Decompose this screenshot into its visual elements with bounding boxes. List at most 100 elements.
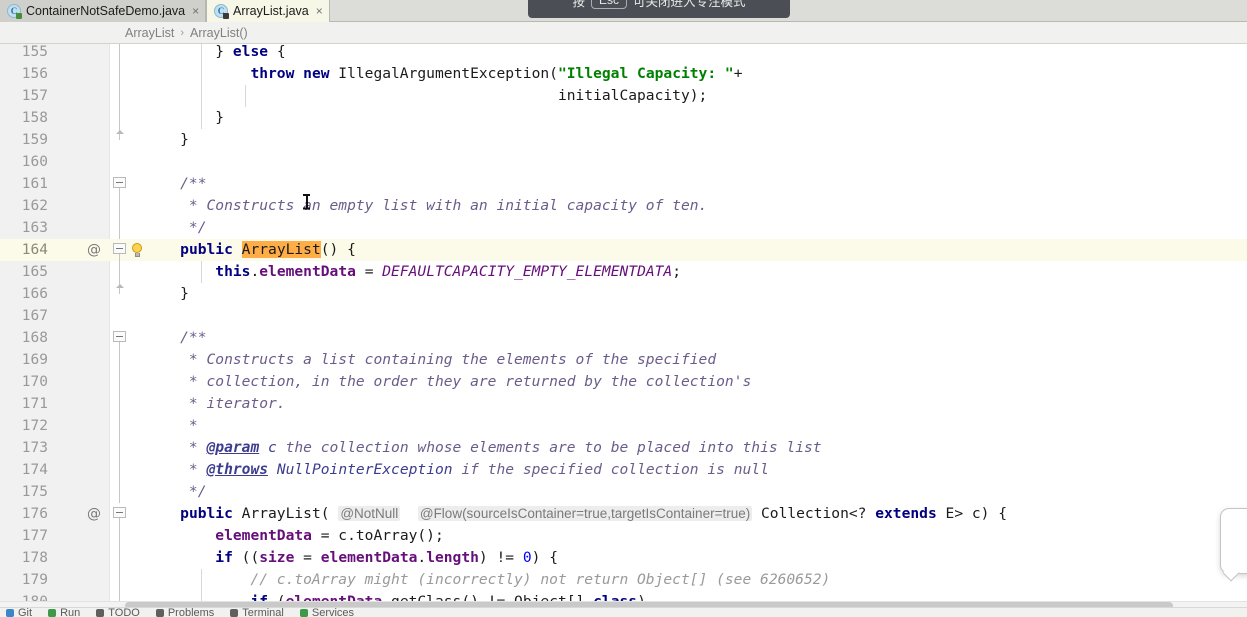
code-text: */ [145, 219, 207, 236]
code-text: /** [145, 329, 207, 346]
code-line[interactable]: 165 this.elementData = DEFAULTCAPACITY_E… [0, 261, 1247, 283]
code-text: /** [145, 175, 207, 192]
git-icon [6, 608, 14, 617]
code-text: * [145, 417, 198, 434]
intention-bulb-icon[interactable] [130, 243, 144, 258]
line-number: 174 [21, 462, 48, 478]
tooltip-key-badge: Esc [590, 0, 627, 9]
code-line[interactable]: 175 */ [0, 481, 1247, 503]
code-line[interactable]: 166 } [0, 283, 1247, 305]
code-editor[interactable]: 155 } else { 156 throw new IllegalArgume… [0, 44, 1247, 601]
close-icon[interactable]: × [192, 5, 199, 17]
fold-column [111, 393, 129, 415]
code-line[interactable]: 170 * collection, in the order they are … [0, 371, 1247, 393]
fold-collapse-toggle[interactable] [111, 283, 129, 305]
line-number: 173 [21, 440, 48, 456]
override-marker-icon[interactable]: @ [86, 239, 102, 261]
fold-collapse-toggle[interactable] [111, 239, 129, 261]
line-number: 165 [21, 264, 48, 280]
inlay-hint-notnull[interactable]: @NotNull [338, 506, 401, 521]
inlay-hint-flow[interactable]: @Flow(sourceIsContainer=true,targetIsCon… [417, 506, 753, 521]
code-line[interactable]: 176 @ public ArrayList( @NotNull @Flow(s… [0, 503, 1247, 525]
status-bar-item-git[interactable]: Git [6, 608, 32, 617]
fold-column [111, 481, 129, 503]
code-line[interactable]: 168 /** [0, 327, 1247, 349]
line-number: 168 [21, 330, 48, 346]
fold-collapse-toggle[interactable] [111, 129, 129, 151]
code-line[interactable]: 171 * iterator. [0, 393, 1247, 415]
code-line[interactable]: 179 // c.toArray might (incorrectly) not… [0, 569, 1247, 591]
text-cursor-icon [303, 194, 310, 209]
inspection-popup[interactable] [1220, 508, 1247, 574]
code-text: // c.toArray might (incorrectly) not ret… [145, 571, 831, 588]
status-bar-item-services[interactable]: Services [299, 608, 354, 617]
close-icon[interactable]: × [316, 5, 323, 17]
status-bar-item-todo[interactable]: TODO [96, 608, 140, 617]
line-number: 166 [21, 286, 48, 302]
code-text: */ [145, 483, 207, 500]
code-text: if (elementData.getClass() != Object[].c… [145, 591, 645, 601]
fold-column [111, 107, 129, 129]
code-line[interactable]: 172 * [0, 415, 1247, 437]
breadcrumb-item-method[interactable]: ArrayList() [190, 26, 248, 40]
code-text: elementData = c.toArray(); [215, 527, 444, 544]
services-icon [299, 608, 308, 617]
code-text: * iterator. [145, 395, 286, 412]
line-number: 156 [21, 66, 48, 82]
line-number: 160 [21, 154, 48, 170]
fold-column [111, 261, 129, 283]
breadcrumb: ArrayList › ArrayList() [0, 22, 1247, 44]
fold-collapse-toggle[interactable] [111, 503, 129, 525]
code-line[interactable]: 174 * @throws NullPointerException if th… [0, 459, 1247, 481]
code-line[interactable]: 162 * Constructs an empty list with an i… [0, 195, 1247, 217]
code-line[interactable]: 160 [0, 151, 1247, 173]
fold-collapse-toggle[interactable] [111, 173, 129, 195]
code-line[interactable]: 155 } else { [0, 44, 1247, 63]
fold-column [111, 44, 129, 63]
line-number: 164 [21, 242, 48, 258]
terminal-icon [230, 608, 239, 617]
code-line[interactable]: 173 * @param c the collection whose elem… [0, 437, 1247, 459]
line-number: 172 [21, 418, 48, 434]
editor-tab-label: ArrayList.java [233, 4, 309, 18]
line-number: 162 [21, 198, 48, 214]
line-number: 179 [21, 572, 48, 588]
fold-column [111, 63, 129, 85]
breadcrumb-item-class[interactable]: ArrayList [125, 26, 174, 40]
selected-token: ArrayList [241, 241, 321, 258]
code-line[interactable]: 169 * Constructs a list containing the e… [0, 349, 1247, 371]
status-bar-item-problems[interactable]: Problems [155, 608, 214, 617]
fold-column [111, 349, 129, 371]
line-number: 159 [21, 132, 48, 148]
code-line[interactable]: 180 if (elementData.getClass() != Object… [0, 591, 1247, 601]
fold-column [111, 217, 129, 239]
status-bar: Git Run TODO Problems Terminal Services [0, 607, 1247, 617]
code-text: } else { [145, 44, 286, 60]
fold-column [111, 591, 129, 601]
tooltip-text-after: 可关闭进入专注模式 [633, 0, 746, 9]
code-line[interactable]: 157 initialCapacity); [0, 85, 1247, 107]
code-line[interactable]: 163 */ [0, 217, 1247, 239]
code-text: } [145, 131, 189, 148]
code-text: * Constructs an empty list with an initi… [145, 197, 708, 214]
status-bar-item-run[interactable]: Run [48, 608, 80, 617]
code-line[interactable]: 178 if ((size = elementData.length) != 0… [0, 547, 1247, 569]
editor-tab-arraylist[interactable]: C ArrayList.java × [206, 0, 330, 22]
code-line[interactable]: 177 elementData = c.toArray(); [0, 525, 1247, 547]
code-line[interactable]: 167 [0, 305, 1247, 327]
code-line[interactable]: 158 } [0, 107, 1247, 129]
code-line[interactable]: 156 throw new IllegalArgumentException("… [0, 63, 1247, 85]
run-icon [48, 608, 57, 617]
fold-column [111, 525, 129, 547]
code-line-current[interactable]: 164 @ public ArrayList() { [0, 239, 1247, 261]
line-number: 157 [21, 88, 48, 104]
focus-mode-tooltip: 按 Esc 可关闭进入专注模式 [528, 0, 790, 18]
editor-tab-containernotsafedemo[interactable]: C ContainerNotSafeDemo.java × [0, 0, 207, 22]
override-marker-icon[interactable]: @ [86, 503, 102, 525]
status-bar-item-terminal[interactable]: Terminal [230, 608, 284, 617]
line-number: 175 [21, 484, 48, 500]
code-line[interactable]: 161 /** [0, 173, 1247, 195]
code-line[interactable]: 159 } [0, 129, 1247, 151]
fold-collapse-toggle[interactable] [111, 327, 129, 349]
code-text: public ArrayList( @NotNull @Flow(sourceI… [180, 505, 1008, 522]
